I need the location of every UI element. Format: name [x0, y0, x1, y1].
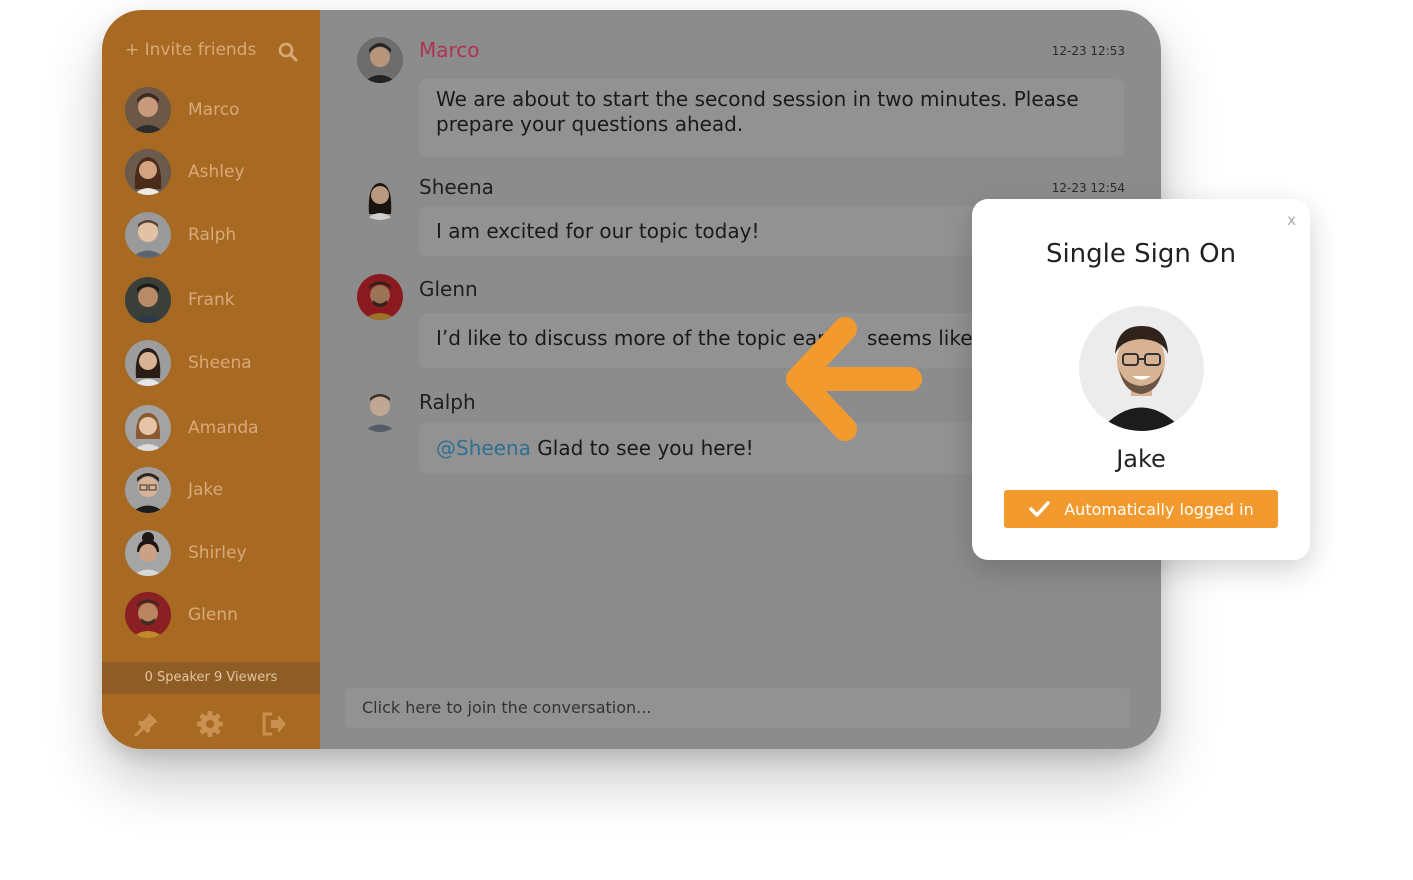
avatar	[125, 530, 171, 576]
invite-friends-link[interactable]: + Invite friends	[125, 40, 256, 60]
sidebar-header: + Invite friends	[102, 10, 320, 90]
user-name: Ralph	[188, 225, 237, 245]
avatar	[125, 405, 171, 451]
gear-icon[interactable]	[196, 710, 224, 738]
message-text-line: prepare your questions ahead.	[436, 112, 744, 136]
message-timestamp: 12-23 12:54	[1051, 181, 1125, 195]
user-item-shirley[interactable]: Shirley	[125, 529, 247, 577]
message-text-line: We are about to start the second session…	[436, 87, 1079, 111]
message-author: Ralph	[419, 390, 476, 414]
avatar	[125, 149, 171, 195]
user-item-amanda[interactable]: Amanda	[125, 404, 259, 452]
audience-count: 0 Speaker 9 Viewers	[102, 662, 320, 694]
auto-login-status-button[interactable]: Automatically logged in	[1004, 490, 1278, 528]
message-text: I’d like to discuss more of the topic ea…	[436, 326, 831, 350]
user-item-ralph[interactable]: Ralph	[125, 211, 236, 259]
search-icon[interactable]	[278, 42, 298, 62]
sidebar: + Invite friends Marco Ashley Ralph Fran…	[102, 10, 320, 749]
avatar	[125, 277, 171, 323]
user-item-frank[interactable]: Frank	[125, 276, 235, 324]
logout-icon[interactable]	[260, 710, 288, 738]
message-avatar-ralph	[357, 386, 403, 432]
message-text: Glad to see you here!	[530, 436, 754, 460]
pin-icon[interactable]	[133, 710, 161, 738]
arrow-left-icon	[786, 317, 922, 441]
user-item-marco[interactable]: Marco	[125, 86, 239, 134]
avatar	[1079, 306, 1204, 431]
avatar	[125, 212, 171, 258]
user-item-glenn[interactable]: Glenn	[125, 591, 238, 639]
user-name: Ashley	[188, 162, 245, 182]
message-avatar-marco	[357, 37, 403, 83]
user-name: Glenn	[188, 605, 238, 625]
user-name: Amanda	[188, 418, 259, 438]
user-name: Frank	[188, 290, 235, 310]
sidebar-actions	[102, 702, 320, 742]
user-name: Shirley	[188, 543, 247, 563]
message-avatar-glenn	[357, 274, 403, 320]
avatar	[125, 340, 171, 386]
message-author: Marco	[419, 38, 480, 62]
user-name: Jake	[188, 480, 224, 500]
message-author: Sheena	[419, 175, 494, 199]
avatar	[125, 87, 171, 133]
close-button[interactable]: x	[1287, 211, 1296, 229]
user-item-sheena[interactable]: Sheena	[125, 339, 252, 387]
message-bubble: We are about to start the second session…	[419, 79, 1124, 157]
avatar	[125, 467, 171, 513]
avatar	[125, 592, 171, 638]
message-avatar-sheena	[357, 174, 403, 220]
message-text: I am excited for our topic today!	[436, 219, 760, 243]
modal-title: Single Sign On	[1045, 239, 1237, 269]
join-conversation-input[interactable]: Click here to join the conversation...	[345, 688, 1130, 728]
user-name: Marco	[188, 100, 240, 120]
single-sign-on-modal: x Single Sign On Jake Automatically logg…	[972, 199, 1310, 560]
user-name: Sheena	[188, 353, 252, 373]
message-timestamp: 12-23 12:53	[1051, 44, 1125, 58]
user-item-ashley[interactable]: Ashley	[125, 148, 245, 196]
message-author: Glenn	[419, 277, 478, 301]
checkmark-icon	[1029, 501, 1050, 517]
auto-login-label: Automatically logged in	[1064, 499, 1254, 519]
user-item-jake[interactable]: Jake	[125, 466, 223, 514]
mention-link[interactable]: @Sheena	[436, 436, 531, 460]
user-name: Jake	[1116, 445, 1166, 473]
